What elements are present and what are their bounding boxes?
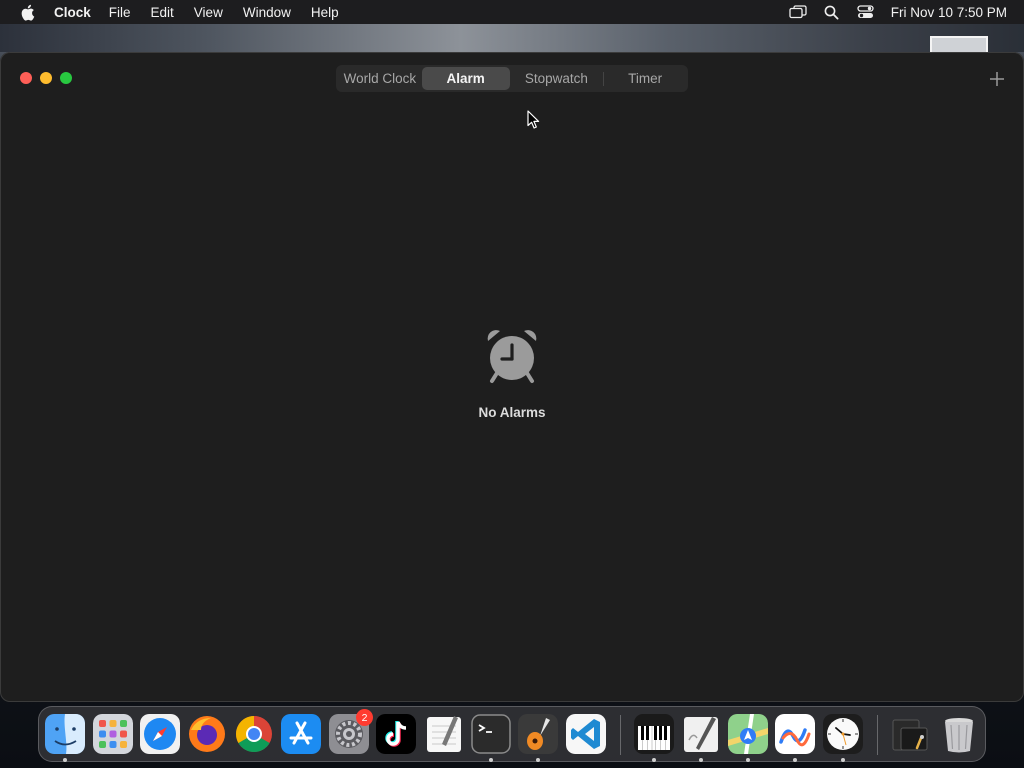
- clock-app-icon[interactable]: [823, 714, 863, 754]
- no-alarms-label: No Alarms: [478, 405, 546, 420]
- tiktok-icon[interactable]: [376, 714, 416, 754]
- mouse-pointer-icon: [527, 110, 540, 134]
- freeform-icon[interactable]: [775, 714, 815, 754]
- menu-bar: Clock File Edit View Window Help Fri Nov…: [0, 0, 1024, 24]
- finder-icon[interactable]: [45, 714, 85, 754]
- add-alarm-button[interactable]: [986, 68, 1008, 90]
- tab-stopwatch[interactable]: Stopwatch: [510, 67, 604, 90]
- menu-view[interactable]: View: [184, 5, 233, 20]
- menu-window[interactable]: Window: [233, 5, 301, 20]
- dock-separator: [877, 715, 878, 755]
- clock-window: World Clock Alarm Stopwatch Timer No Ala…: [0, 52, 1024, 702]
- menu-file[interactable]: File: [99, 5, 141, 20]
- running-indicator: [489, 758, 493, 762]
- running-indicator: [536, 758, 540, 762]
- running-indicator: [746, 758, 750, 762]
- running-indicator: [793, 758, 797, 762]
- control-center-icon[interactable]: [849, 0, 883, 24]
- running-indicator: [63, 758, 67, 762]
- safari-icon[interactable]: [140, 714, 180, 754]
- downloads-stack-icon[interactable]: [891, 714, 931, 754]
- running-indicator: [699, 758, 703, 762]
- desktop-wallpaper: [0, 24, 1024, 52]
- zoom-button[interactable]: [60, 72, 72, 84]
- close-button[interactable]: [20, 72, 32, 84]
- textedit-icon[interactable]: [424, 714, 464, 754]
- script-editor-icon[interactable]: [681, 714, 721, 754]
- alarm-clock-icon: [487, 330, 537, 383]
- trash-icon[interactable]: [939, 714, 979, 754]
- dock: 2: [38, 706, 986, 762]
- tab-timer[interactable]: Timer: [604, 67, 686, 90]
- app-store-icon[interactable]: [281, 714, 321, 754]
- chrome-icon[interactable]: [234, 714, 274, 754]
- window-controls: [20, 72, 72, 84]
- tab-world-clock[interactable]: World Clock: [338, 67, 422, 90]
- firefox-icon[interactable]: [187, 714, 227, 754]
- tab-alarm[interactable]: Alarm: [421, 67, 510, 90]
- vscode-icon[interactable]: [566, 714, 606, 754]
- menubar-clock[interactable]: Fri Nov 10 7:50 PM: [883, 5, 1024, 20]
- garageband-icon[interactable]: [518, 714, 558, 754]
- empty-state: No Alarms: [412, 328, 612, 420]
- menu-help[interactable]: Help: [301, 5, 349, 20]
- maps-icon[interactable]: [728, 714, 768, 754]
- menu-edit[interactable]: Edit: [141, 5, 184, 20]
- notification-badge: 2: [356, 709, 373, 726]
- terminal-icon[interactable]: [471, 714, 511, 754]
- plus-icon: [990, 72, 1004, 86]
- app-menu-clock[interactable]: Clock: [54, 5, 99, 20]
- spotlight-search-icon[interactable]: [815, 0, 849, 24]
- apple-menu-icon[interactable]: [0, 0, 54, 24]
- dock-separator: [620, 715, 621, 755]
- piano-icon[interactable]: [634, 714, 674, 754]
- running-indicator: [841, 758, 845, 762]
- screen-mirroring-icon[interactable]: [781, 0, 815, 24]
- running-indicator: [652, 758, 656, 762]
- launchpad-icon[interactable]: [93, 714, 133, 754]
- minimize-button[interactable]: [40, 72, 52, 84]
- view-switcher: World Clock Alarm Stopwatch Timer: [336, 65, 688, 92]
